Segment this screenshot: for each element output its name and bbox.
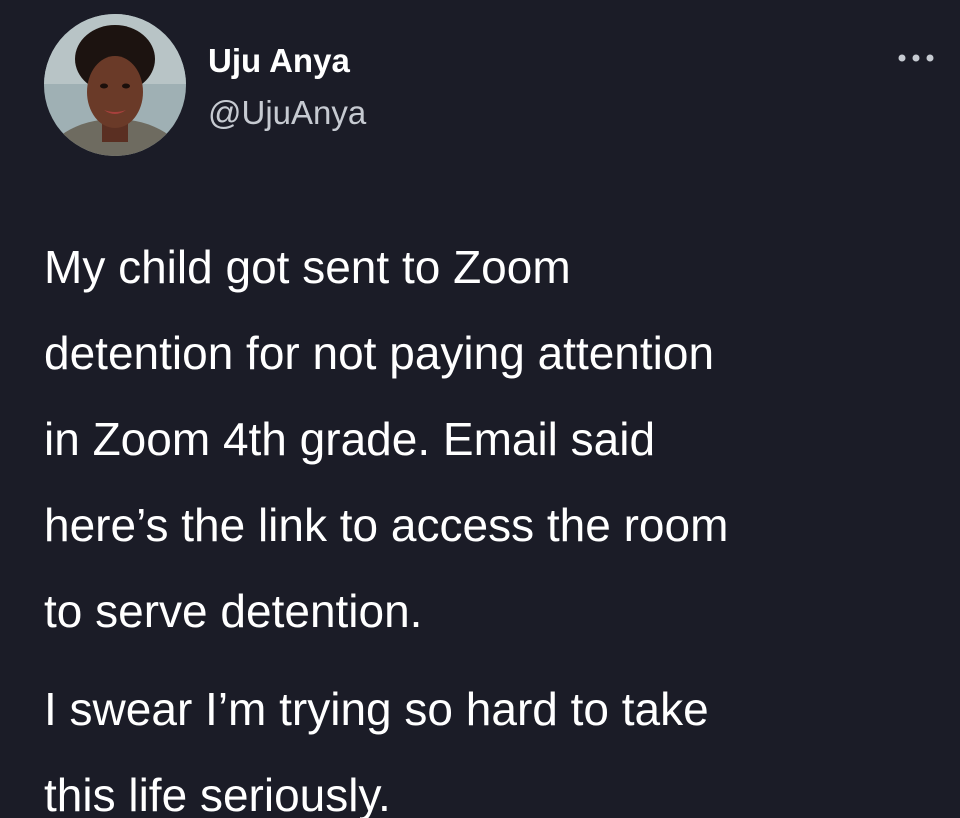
tweet-line: here’s the link to access the room (44, 499, 729, 551)
tweet-paragraph: My child got sent to Zoom detention for … (44, 224, 944, 654)
more-horizontal-icon (898, 54, 934, 62)
tweet-line: in Zoom 4th grade. Email said (44, 413, 656, 465)
author-avatar[interactable] (44, 14, 186, 156)
author-handle[interactable]: @UjuAnya (208, 94, 366, 132)
tweet-card: Uju Anya @UjuAnya My child got sent to Z… (0, 0, 960, 818)
more-options-button[interactable] (892, 46, 940, 70)
tweet-line: My child got sent to Zoom (44, 241, 571, 293)
tweet-line: detention for not paying attention (44, 327, 715, 379)
tweet-paragraph: I swear I’m trying so hard to take this … (44, 666, 944, 818)
author-name[interactable]: Uju Anya (208, 42, 350, 80)
tweet-text: My child got sent to Zoom detention for … (44, 224, 944, 818)
avatar-image (44, 14, 186, 156)
tweet-line: I swear I’m trying so hard to take (44, 683, 709, 735)
tweet-line: to serve detention. (44, 585, 423, 637)
tweet-line: this life seriously. (44, 769, 391, 818)
